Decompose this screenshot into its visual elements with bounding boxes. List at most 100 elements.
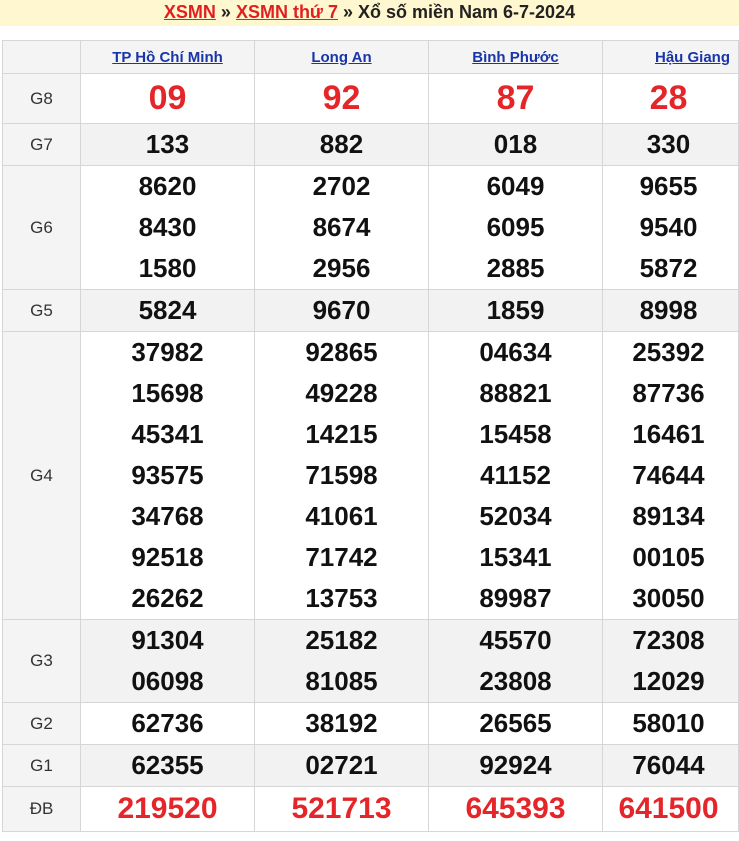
province-header: TP Hồ Chí Minh [80,40,255,74]
prize-cell: 9670 [254,289,429,332]
prize-row-g1: G1 62355 02721 92924 76044 [2,744,739,787]
prize-cell: 09 [80,73,255,124]
province-link-hau-giang[interactable]: Hậu Giang [655,49,738,66]
prize-number: 2956 [312,253,371,283]
prize-cell: 2702 8674 2956 [254,165,429,290]
prize-cell: 645393 [428,786,603,832]
prize-cell: 58010 [602,702,739,745]
prize-number: 71742 [305,542,378,572]
prize-row-g5: G5 5824 9670 1859 8998 [2,289,739,332]
prize-number: 71598 [305,460,378,490]
page-title: Xổ số miền Nam 6-7-2024 [358,2,576,22]
province-link-hcm[interactable]: TP Hồ Chí Minh [112,49,223,66]
prize-number: 2885 [486,253,545,283]
header-corner [2,40,81,74]
prize-cell: 87 [428,73,603,124]
prize-row-g2: G2 62736 38192 26565 58010 [2,702,739,745]
prize-number: 02721 [305,750,378,780]
prize-cell: 45570 23808 [428,619,603,703]
prize-label: G8 [2,73,81,124]
prize-cell: 521713 [254,786,429,832]
prize-label: G4 [2,331,81,620]
province-header: Bình Phước [428,40,603,74]
province-link-binh-phuoc[interactable]: Bình Phước [472,49,559,66]
prize-number: 04634 [479,337,552,367]
prize-cell: 219520 [80,786,255,832]
prize-number: 2702 [312,171,371,201]
prize-cell: 76044 [602,744,739,787]
prize-row-g6: G6 8620 8430 1580 2702 8674 2956 6049 6095 2885 96… [2,165,739,290]
prize-cell: 37982 15698 45341 93575 34768 92518 26262 [80,331,255,620]
prize-number: 23808 [479,666,552,696]
prize-cell: 25182 81085 [254,619,429,703]
prize-cell: 9655 9540 5872 [602,165,739,290]
prize-number: 41152 [480,460,551,490]
prize-cell: 92865 49228 14215 71598 41061 71742 13753 [254,331,429,620]
breadcrumb-separator: » [215,2,236,22]
prize-number: 8620 [138,171,197,201]
prize-number: 89134 [632,501,705,531]
prize-label: G1 [2,744,81,787]
prize-label: G5 [2,289,81,332]
prize-number: 76044 [632,750,705,780]
prize-cell: 8620 8430 1580 [80,165,255,290]
province-link-long-an[interactable]: Long An [311,49,371,66]
prize-number: 45570 [479,625,552,655]
prize-number: 26262 [131,583,204,613]
prize-number: 00105 [632,542,705,572]
prize-number: 521713 [291,792,392,825]
prize-number: 88821 [479,378,552,408]
prize-cell: 26565 [428,702,603,745]
prize-number: 12029 [632,666,705,696]
prize-cell: 62355 [80,744,255,787]
prize-label: G2 [2,702,81,745]
prize-number: 26565 [479,708,552,738]
prize-number: 92865 [305,337,378,367]
breadcrumb-xsmn-thu7-link[interactable]: XSMN thứ 7 [236,2,338,22]
prize-number: 62355 [131,750,204,780]
prize-number: 882 [319,129,364,159]
prize-row-g4: G4 37982 15698 45341 93575 34768 92518 26262 928… [2,331,739,620]
prize-cell: 330 [602,123,739,166]
prize-number: 018 [493,129,538,159]
breadcrumb-xsmn-link[interactable]: XSMN [164,2,216,22]
province-header-row: TP Hồ Chí Minh Long An Bình Phước Hậu Gi… [2,40,739,74]
prize-cell: 882 [254,123,429,166]
prize-number: 72308 [632,625,705,655]
prize-number: 09 [148,79,187,117]
prize-cell: 04634 88821 15458 41152 52034 15341 89987 [428,331,603,620]
prize-number: 41061 [305,501,378,531]
prize-number: 13753 [305,583,378,613]
prize-number: 16461 [632,419,705,449]
prize-number: 52034 [479,501,552,531]
prize-cell: 92924 [428,744,603,787]
prize-number: 8430 [138,212,197,242]
breadcrumb-separator: » [337,2,358,22]
prize-number: 62736 [131,708,204,738]
prize-number: 38192 [305,708,378,738]
prize-number: 219520 [117,792,218,825]
prize-number: 81085 [305,666,378,696]
prize-label: G6 [2,165,81,290]
province-header: Long An [254,40,429,74]
prize-cell: 6049 6095 2885 [428,165,603,290]
prize-cell: 92 [254,73,429,124]
prize-cell: 91304 06098 [80,619,255,703]
prize-number: 87736 [632,378,705,408]
prize-number: 37982 [131,337,204,367]
prize-number: 9670 [312,295,371,325]
results-table: TP Hồ Chí Minh Long An Bình Phước Hậu Gi… [2,40,739,832]
prize-number: 5872 [639,253,698,283]
prize-number: 92924 [479,750,552,780]
prize-row-g7: G7 133 882 018 330 [2,123,739,166]
prize-label: G3 [2,619,81,703]
prize-cell: 72308 12029 [602,619,739,703]
prize-cell: 62736 [80,702,255,745]
prize-number: 6049 [486,171,545,201]
prize-number: 1580 [138,253,197,283]
prize-number: 14215 [305,419,378,449]
prize-number: 06098 [131,666,204,696]
prize-number: 91304 [131,625,204,655]
prize-number: 28 [649,79,688,117]
province-header: Hậu Giang [602,40,739,74]
